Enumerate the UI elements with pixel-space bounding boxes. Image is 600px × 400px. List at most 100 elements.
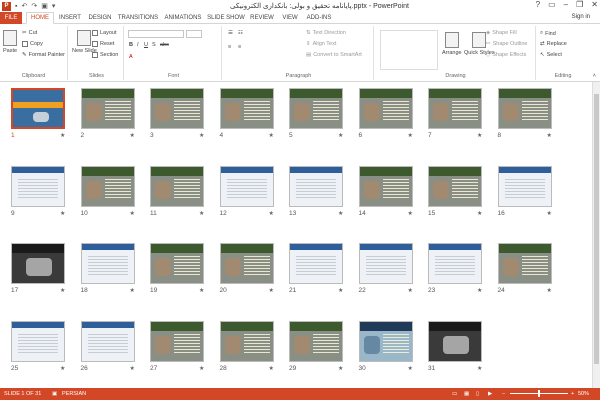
transition-star-icon[interactable]: ★ bbox=[338, 210, 343, 217]
tab-design[interactable]: DESIGN bbox=[86, 12, 114, 24]
slide-thumbnail[interactable] bbox=[428, 243, 482, 284]
shape-fill-button[interactable]: ◈ Shape Fill bbox=[486, 30, 517, 36]
find-button[interactable]: ⌕ Find bbox=[540, 30, 556, 37]
slide-sorter-view-icon[interactable]: ▦ bbox=[464, 391, 469, 397]
slide-thumbnail[interactable] bbox=[11, 320, 65, 362]
tab-review[interactable]: REVIEW bbox=[248, 12, 276, 24]
shape-effects-button[interactable]: ◇ Shape Effects bbox=[486, 52, 526, 58]
start-from-beginning-icon[interactable]: ▣ bbox=[41, 2, 48, 10]
transition-star-icon[interactable]: ★ bbox=[408, 287, 413, 294]
transition-star-icon[interactable]: ★ bbox=[338, 132, 343, 139]
shape-outline-button[interactable]: ✏ Shape Outline bbox=[486, 41, 527, 47]
slide-thumbnail[interactable] bbox=[497, 88, 552, 129]
transition-star-icon[interactable]: ★ bbox=[477, 132, 482, 139]
align-text-button[interactable]: ⇕ Align Text bbox=[306, 41, 336, 47]
transition-star-icon[interactable]: ★ bbox=[408, 210, 413, 217]
zoom-out-button[interactable]: − bbox=[502, 391, 505, 397]
slide-thumbnail[interactable] bbox=[358, 243, 413, 284]
convert-smartart-button[interactable]: ▤ Convert to SmartArt bbox=[306, 52, 362, 58]
slide-thumbnail[interactable] bbox=[289, 165, 343, 207]
slide-thumbnail[interactable] bbox=[219, 243, 274, 284]
transition-star-icon[interactable]: ★ bbox=[477, 210, 482, 217]
help-button[interactable]: ? bbox=[536, 0, 540, 9]
numbering-button[interactable]: ☷ bbox=[238, 30, 243, 36]
transition-star-icon[interactable]: ★ bbox=[199, 132, 204, 139]
align-left-button[interactable]: ≡ bbox=[228, 44, 231, 50]
tab-animations[interactable]: ANIMATIONS bbox=[162, 12, 204, 24]
transition-star-icon[interactable]: ★ bbox=[269, 287, 274, 294]
slide-thumbnail[interactable] bbox=[11, 243, 65, 284]
reading-view-icon[interactable]: ▯ bbox=[476, 391, 479, 397]
normal-view-icon[interactable]: ▭ bbox=[452, 391, 457, 397]
layout-button[interactable]: Layout bbox=[92, 30, 117, 36]
cut-button[interactable]: ✂ Cut bbox=[22, 30, 37, 36]
tab-slide-show[interactable]: SLIDE SHOW bbox=[207, 12, 245, 24]
transition-star-icon[interactable]: ★ bbox=[60, 287, 65, 294]
reset-button[interactable]: Reset bbox=[92, 41, 114, 47]
redo-icon[interactable]: ↷ bbox=[31, 2, 37, 10]
tab-view[interactable]: VIEW bbox=[279, 12, 301, 24]
transition-star-icon[interactable]: ★ bbox=[60, 210, 65, 217]
slide-thumbnail[interactable] bbox=[358, 165, 413, 207]
slideshow-view-icon[interactable]: ▶ bbox=[488, 391, 492, 397]
transition-star-icon[interactable]: ★ bbox=[199, 365, 204, 372]
slide-thumbnail[interactable] bbox=[150, 88, 204, 129]
slide-thumbnail[interactable] bbox=[358, 88, 413, 129]
font-size-select[interactable] bbox=[186, 30, 202, 38]
transition-star-icon[interactable]: ★ bbox=[547, 287, 552, 294]
zoom-level[interactable]: 50% bbox=[578, 391, 589, 397]
slide-thumbnail[interactable] bbox=[428, 165, 482, 207]
slide-thumbnail[interactable] bbox=[150, 165, 204, 207]
transition-star-icon[interactable]: ★ bbox=[269, 210, 274, 217]
bold-button[interactable]: B bbox=[129, 42, 133, 48]
select-button[interactable]: ↖ Select bbox=[540, 52, 562, 58]
slide-thumbnail[interactable] bbox=[80, 320, 135, 362]
transition-star-icon[interactable]: ★ bbox=[60, 365, 65, 372]
slide-thumbnail[interactable] bbox=[497, 243, 552, 284]
transition-star-icon[interactable]: ★ bbox=[269, 365, 274, 372]
restore-button[interactable]: ❐ bbox=[576, 0, 583, 9]
zoom-slider[interactable] bbox=[510, 390, 568, 397]
transition-star-icon[interactable]: ★ bbox=[60, 132, 65, 139]
italic-button[interactable]: I bbox=[137, 42, 139, 48]
slide-thumbnail[interactable] bbox=[80, 165, 135, 207]
slide-thumbnail[interactable] bbox=[80, 88, 135, 129]
vertical-scrollbar[interactable] bbox=[592, 82, 600, 388]
zoom-in-button[interactable]: + bbox=[571, 391, 574, 397]
tab-transitions[interactable]: TRANSITIONS bbox=[117, 12, 159, 24]
slide-thumbnail[interactable] bbox=[150, 243, 204, 284]
transition-star-icon[interactable]: ★ bbox=[547, 210, 552, 217]
transition-star-icon[interactable]: ★ bbox=[130, 287, 135, 294]
slide-thumbnail[interactable] bbox=[219, 88, 274, 129]
transition-star-icon[interactable]: ★ bbox=[130, 365, 135, 372]
slide-count-status[interactable]: SLIDE 1 OF 31 bbox=[4, 391, 41, 397]
undo-icon[interactable]: ↶ bbox=[21, 2, 27, 10]
slide-thumbnail[interactable] bbox=[219, 320, 274, 362]
format-painter-button[interactable]: ✎ Format Painter bbox=[22, 52, 65, 58]
transition-star-icon[interactable]: ★ bbox=[408, 365, 413, 372]
transition-star-icon[interactable]: ★ bbox=[130, 132, 135, 139]
save-icon[interactable]: ▪ bbox=[15, 3, 17, 10]
tab-home[interactable]: HOME bbox=[26, 12, 54, 24]
tab-file[interactable]: FILE bbox=[0, 12, 22, 24]
slide-thumbnail[interactable] bbox=[80, 243, 135, 284]
transition-star-icon[interactable]: ★ bbox=[199, 210, 204, 217]
bullets-button[interactable]: ☰ bbox=[228, 30, 233, 36]
slide-thumbnail[interactable] bbox=[11, 165, 65, 207]
minimize-button[interactable]: – bbox=[564, 0, 568, 9]
transition-star-icon[interactable]: ★ bbox=[477, 365, 482, 372]
slide-thumbnail[interactable] bbox=[497, 165, 552, 207]
transition-star-icon[interactable]: ★ bbox=[199, 287, 204, 294]
powerpoint-app-icon[interactable]: P bbox=[2, 1, 11, 11]
collapse-ribbon-icon[interactable]: ˄ bbox=[593, 73, 596, 79]
slide-thumbnail[interactable] bbox=[289, 243, 343, 284]
strikethrough-button[interactable]: abc bbox=[160, 42, 169, 48]
close-button[interactable]: ✕ bbox=[591, 0, 598, 9]
slide-thumbnail[interactable] bbox=[219, 165, 274, 207]
transition-star-icon[interactable]: ★ bbox=[338, 287, 343, 294]
proofing-icon[interactable]: ▣ bbox=[52, 391, 57, 397]
slide-thumbnail[interactable] bbox=[428, 88, 482, 129]
tab-insert[interactable]: INSERT bbox=[57, 12, 83, 24]
slide-thumbnail[interactable] bbox=[289, 88, 343, 129]
transition-star-icon[interactable]: ★ bbox=[547, 132, 552, 139]
